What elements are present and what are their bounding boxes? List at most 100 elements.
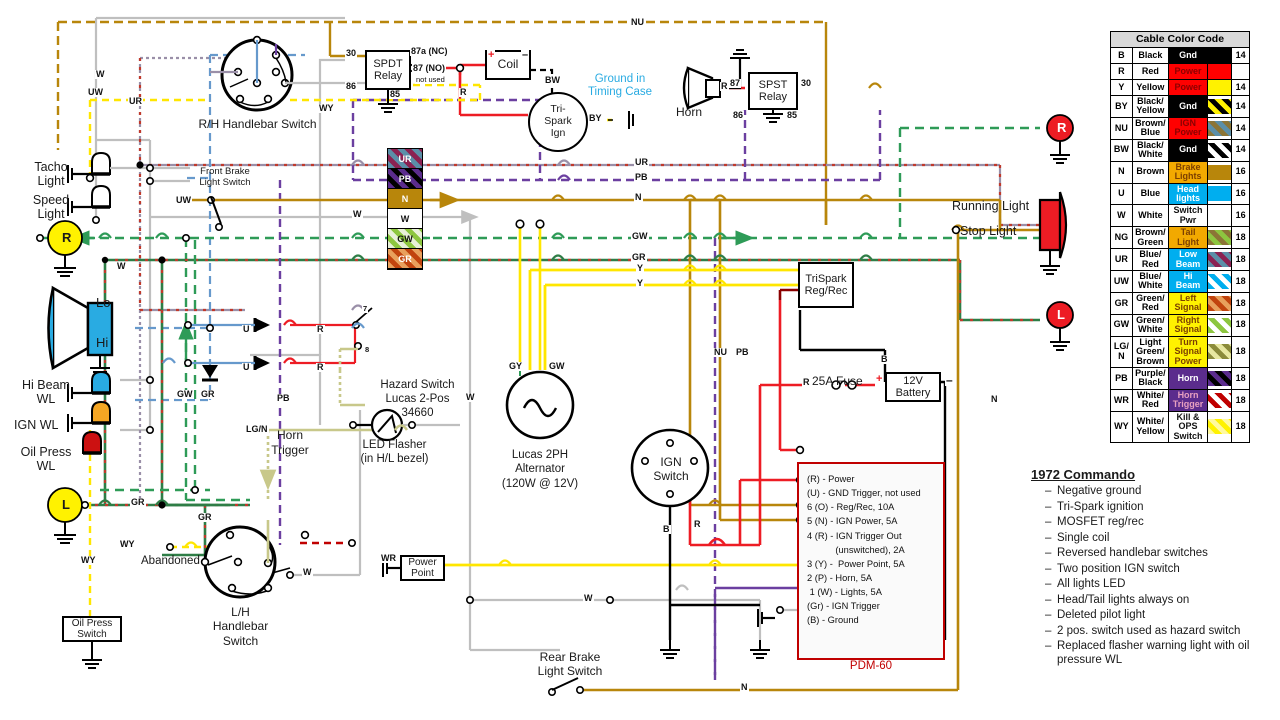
cable-function: Head lights <box>1167 182 1209 206</box>
cable-function: Power <box>1167 63 1209 81</box>
connector-bus-block: UR PB N W GW GR <box>387 148 423 270</box>
cable-gauge: 14 <box>1231 47 1250 65</box>
cable-name: Blue <box>1131 182 1169 206</box>
pdm-pin: 3 (Y) - Power Point, 5A <box>807 558 905 569</box>
cable-name: Green/ White <box>1131 313 1169 337</box>
bus-row: GW <box>388 229 422 249</box>
cable-gauge <box>1231 63 1250 81</box>
cable-function: Power <box>1167 79 1209 97</box>
wire-label-gw-mid: GW <box>176 389 194 399</box>
cable-name: Blue/ White <box>1131 270 1169 293</box>
cable-function: Gnd <box>1167 47 1209 65</box>
legend-title: 1972 Commando <box>1031 467 1136 482</box>
pdm-60-caption: PDM-60 <box>849 660 893 672</box>
cable-function: Tail Light <box>1167 226 1209 250</box>
cable-gauge: 18 <box>1231 335 1250 368</box>
pdm-pin: (R) - Power <box>807 474 855 484</box>
cable-function: Horn <box>1167 366 1209 390</box>
wire-label-nu-top: NU <box>630 17 645 27</box>
cable-gauge: 14 <box>1231 138 1250 162</box>
ign-wl-label: IGN WL <box>14 418 59 432</box>
wire-label-r2: R <box>316 362 325 372</box>
spst-terminal-87: 87 <box>729 78 742 88</box>
bus-row: PB <box>388 169 422 189</box>
wire-label-gr-right: GR <box>631 252 647 262</box>
trispark-ign: Tri- Spark Ign <box>528 92 588 152</box>
hazard-terminal-8: 8 <box>364 345 371 354</box>
cable-name: Black/ White <box>1131 138 1169 162</box>
horn-trigger-label: Horn Trigger <box>271 428 309 457</box>
cable-code: WY <box>1110 410 1133 444</box>
wire-label-bw: BW <box>544 75 561 85</box>
legend-item: Head/Tail lights always on <box>1045 593 1277 607</box>
cable-code: N <box>1110 160 1133 184</box>
cable-name: Purple/ Black <box>1131 366 1169 390</box>
wiring-diagram-canvas: R/H Handlebar Switch UW WY W UR UW W SPD… <box>0 0 1280 720</box>
wire-label-w-bottom: W <box>583 593 594 603</box>
wire-label-r-coil: R <box>459 87 468 97</box>
cable-gauge: 14 <box>1231 79 1250 97</box>
color-swatch <box>1208 295 1232 311</box>
cable-function: Right Signal <box>1167 313 1209 337</box>
wire-label-pb-right: PB <box>634 172 649 182</box>
pdm-pin: 4 (R) - IGN Trigger Out <box>807 530 902 541</box>
color-swatch <box>1208 186 1232 202</box>
cable-code: UR <box>1110 248 1133 272</box>
headlight-lo-label: Lo <box>96 295 111 310</box>
cable-name: White/ Yellow <box>1131 410 1169 444</box>
cable-swatch <box>1207 410 1233 444</box>
legend-block: 1972 Commando Negative ground Tri-Spark i… <box>1031 467 1277 669</box>
right-indicator-l: L <box>1057 307 1065 322</box>
cable-row: R Red Power <box>1110 63 1250 81</box>
wire-label-gr-low: GR <box>130 497 146 507</box>
color-swatch <box>1208 98 1232 114</box>
horn-label: Horn <box>675 105 702 119</box>
spst-terminal-30: 30 <box>800 78 813 88</box>
cable-row: N Brown Brake Lights 16 <box>1110 160 1250 184</box>
wire-label-u2: U <box>242 362 251 372</box>
wire-label-r-ign: R <box>693 519 702 529</box>
color-swatch <box>1208 164 1232 180</box>
bus-row: W <box>388 209 422 229</box>
wire-label-gw-right: GW <box>631 231 649 241</box>
cable-row: UW Blue/ White Hi Beam 18 <box>1110 270 1250 293</box>
oil-press-wl-label: Oil Press WL <box>20 445 72 474</box>
pdm-pin: 1 (W) - Lights, 5A <box>807 587 882 597</box>
wire-label-u1: U <box>242 324 251 334</box>
spst-relay: SPST Relay <box>748 72 798 110</box>
cable-row: WY White/ Yellow Kill & OPS Switch 18 <box>1110 410 1250 444</box>
cable-swatch <box>1207 388 1233 412</box>
cable-row: GR Green/ Red Left Signal 18 <box>1110 291 1250 315</box>
cable-gauge: 16 <box>1231 204 1250 228</box>
hazard-switch-label: Hazard Switch Lucas 2-Pos 34660 <box>380 379 455 420</box>
wire-label-uw-left: UW <box>175 195 192 205</box>
cable-code: PB <box>1110 366 1133 390</box>
color-swatch <box>1208 344 1232 360</box>
cable-gauge: 18 <box>1231 410 1250 444</box>
legend-item: All lights LED <box>1045 577 1277 591</box>
spst-terminal-86: 86 <box>732 110 745 120</box>
led-flasher-label: LED Flasher (in H/L bezel) <box>360 439 429 466</box>
cable-function: Switch Pwr <box>1167 204 1209 228</box>
left-indicator-r: R <box>62 230 72 245</box>
wire-label-pb-mid: PB <box>735 347 750 357</box>
pdm-pin: 5 (N) - IGN Power, 5A <box>807 516 898 527</box>
bus-row: UR <box>388 149 422 169</box>
pdm-pin: (unswitched), 2A <box>807 544 905 555</box>
stop-light-label: Stop Light <box>960 224 1017 238</box>
cable-gauge: 14 <box>1231 95 1250 118</box>
cable-code: R <box>1110 63 1133 81</box>
legend-item: Tri-Spark ignition <box>1045 500 1277 514</box>
color-swatch <box>1208 142 1232 158</box>
bus-row: N <box>388 189 422 209</box>
cable-code: GW <box>1110 313 1133 337</box>
abandoned-label: Abandoned <box>141 555 200 567</box>
wire-label-n-right2: N <box>990 394 999 404</box>
cable-gauge: 18 <box>1231 248 1250 272</box>
cable-name: Light Green/ Brown <box>1131 335 1169 368</box>
cable-row: LG/ N Light Green/ Brown Turn Signal Power… <box>1110 335 1250 368</box>
headlight-hi-label: Hi <box>96 335 109 350</box>
cable-function: Turn Signal Power <box>1167 335 1209 368</box>
color-swatch <box>1208 80 1232 96</box>
alternator-label: Lucas 2PH Alternator (120W @ 12V) <box>501 449 579 490</box>
